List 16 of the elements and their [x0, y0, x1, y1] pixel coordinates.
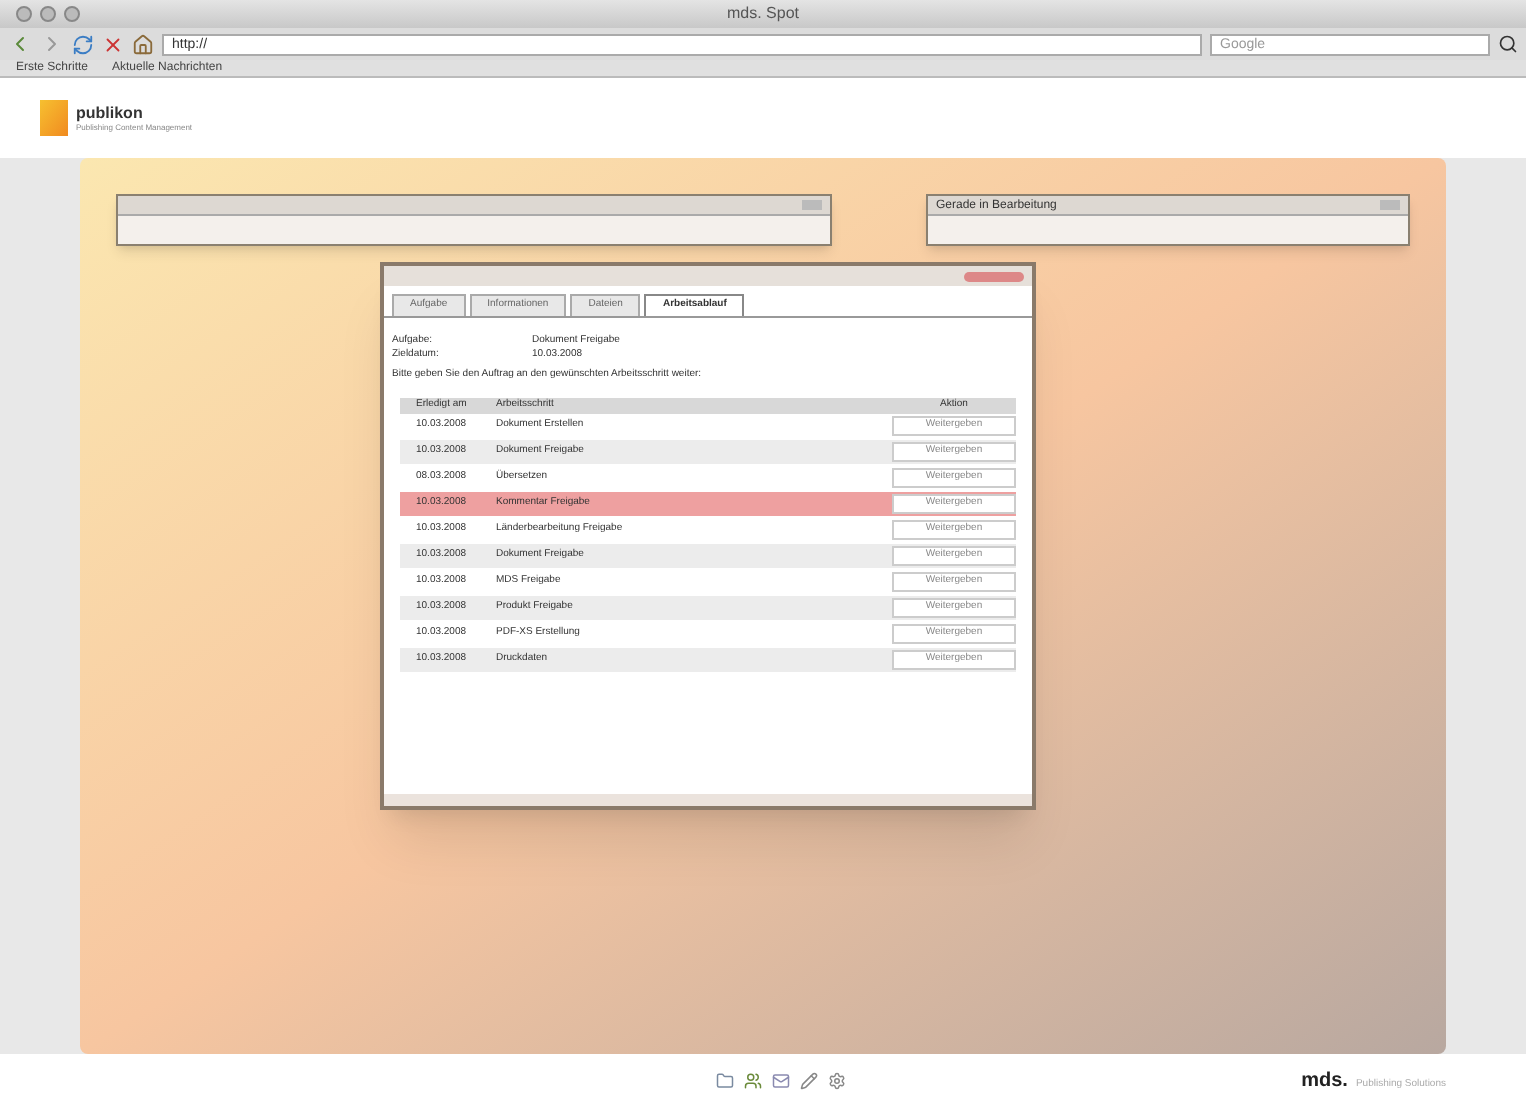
footer-brand: mds.	[1301, 1067, 1348, 1095]
maximize-icon[interactable]	[64, 6, 80, 22]
reload-icon[interactable]	[72, 33, 94, 55]
search-icon[interactable]	[1498, 34, 1518, 54]
mail-icon[interactable]	[771, 1071, 790, 1089]
users-icon[interactable]	[743, 1071, 762, 1089]
folder-icon[interactable]	[715, 1071, 734, 1089]
window-title: mds. Spot	[727, 2, 799, 26]
stop-icon[interactable]	[102, 33, 124, 55]
pencil-icon[interactable]	[799, 1071, 818, 1089]
settings-icon[interactable]	[827, 1071, 846, 1089]
minimize-icon[interactable]	[40, 6, 56, 22]
logo-icon	[40, 100, 68, 136]
close-icon[interactable]	[16, 6, 32, 22]
home-icon[interactable]	[132, 33, 154, 55]
logo-text: publikon	[76, 104, 145, 122]
